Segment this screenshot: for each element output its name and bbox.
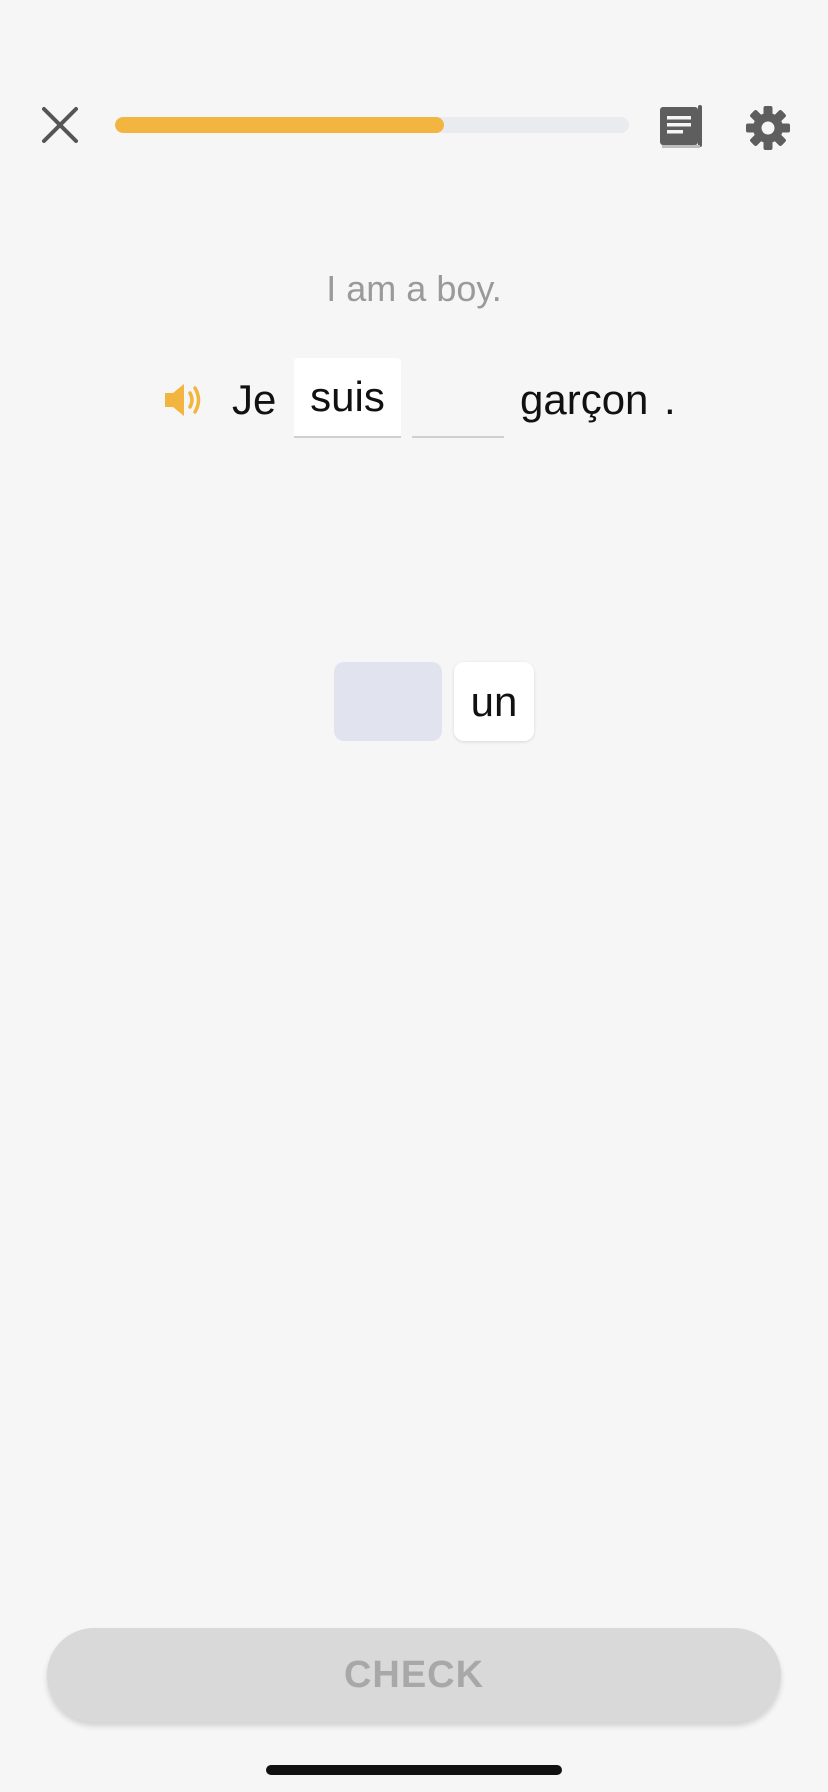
- close-button[interactable]: [30, 95, 90, 155]
- lesson-progress-bar: [115, 117, 629, 133]
- gear-icon: [746, 106, 790, 150]
- progress-fill: [115, 117, 444, 133]
- answer-slot-2-underline: [412, 436, 504, 438]
- notes-icon: [660, 105, 702, 148]
- answer-slot-2[interactable]: [412, 358, 504, 438]
- sentence-word-je: Je: [232, 376, 277, 423]
- translation-prompt: I am a boy.: [326, 268, 502, 309]
- answer-slot-1-text: suis: [310, 373, 385, 420]
- check-button-label: CHECK: [343, 1653, 485, 1696]
- word-bank-tile-used: [334, 662, 442, 741]
- word-bank-tile-label: un: [470, 677, 518, 725]
- notes-button[interactable]: [656, 100, 708, 152]
- play-audio-button[interactable]: [163, 380, 209, 420]
- sentence-word-garcon: garçon: [520, 376, 649, 423]
- settings-button[interactable]: [740, 100, 796, 156]
- answer-slot-1[interactable]: suis: [294, 358, 401, 438]
- word-bank-tile-un[interactable]: un: [454, 662, 534, 741]
- sentence-punctuation: .: [664, 376, 676, 423]
- close-icon: [42, 107, 78, 143]
- speaker-icon: [165, 384, 201, 416]
- home-indicator: [266, 1765, 562, 1775]
- check-button[interactable]: CHECK: [47, 1628, 781, 1722]
